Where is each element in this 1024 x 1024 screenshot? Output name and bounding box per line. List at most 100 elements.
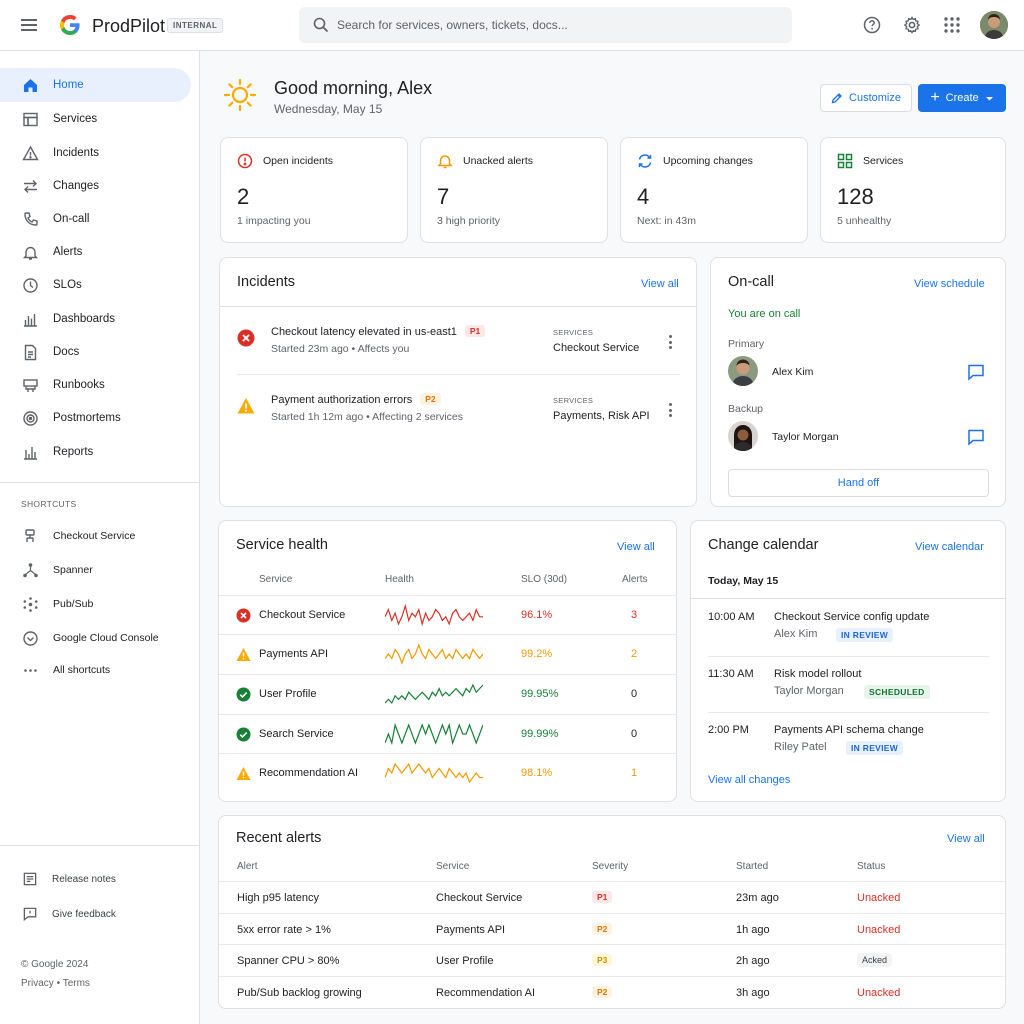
change-item[interactable]: 10:00 AM Checkout Service config update …	[708, 611, 989, 667]
shortcut-label: Spanner	[53, 564, 93, 576]
shortcut-google-cloud-console[interactable]: Google Cloud Console	[0, 621, 191, 655]
view-schedule-link[interactable]: View schedule	[914, 278, 985, 290]
stat-card-upcoming-changes[interactable]: Upcoming changes 4 Next: in 43m	[620, 137, 808, 243]
sidebar-item-docs[interactable]: Docs	[0, 335, 191, 369]
service-health-row[interactable]: Search Service 99.99% 0	[219, 714, 677, 753]
alert-service: Checkout Service	[436, 892, 523, 904]
sidebar-item-services[interactable]: Services	[0, 102, 191, 136]
incidents-view-all-link[interactable]: View all	[641, 278, 679, 290]
hand-off-button[interactable]: Hand off	[728, 469, 989, 497]
spanner-icon	[21, 561, 39, 579]
swap-arrows-icon	[21, 177, 39, 195]
sidebar-item-slos[interactable]: SLOs	[0, 268, 191, 302]
alert-row[interactable]: Pub/Sub backlog growing Recommendation AI…	[219, 976, 1007, 1008]
sidebar-item-label: Dashboards	[53, 313, 116, 325]
shortcut-pubsub[interactable]: Pub/Sub	[0, 587, 191, 621]
help-icon[interactable]	[862, 15, 882, 35]
chat-icon[interactable]	[967, 428, 985, 446]
privacy-link[interactable]: Privacy	[21, 978, 54, 989]
stat-card-unacked-alerts[interactable]: Unacked alerts 7 3 high priority	[420, 137, 608, 243]
recent-alerts-view-all-link[interactable]: View all	[947, 833, 985, 845]
divider	[708, 656, 989, 657]
more-horiz-icon	[21, 661, 39, 679]
sidebar-item-label: Services	[53, 113, 98, 125]
apps-grid-icon[interactable]	[942, 15, 962, 35]
change-item[interactable]: 2:00 PM Payments API schema change Riley…	[708, 724, 989, 780]
sidebar-item-alerts[interactable]: Alerts	[0, 235, 191, 269]
alert-row[interactable]: 5xx error rate > 1% Payments API P2 1h ago U…	[219, 913, 1007, 945]
status-badge: IN REVIEW	[836, 628, 894, 642]
greeting: Good morning, Alex	[274, 78, 433, 98]
chat-icon[interactable]	[967, 363, 985, 381]
app-name[interactable]: ProdPilot	[92, 16, 165, 37]
incident-row[interactable]: Payment authorization errors P2 Started 1…	[237, 374, 680, 442]
service-health-row[interactable]: Payments API 99.2% 2	[219, 634, 677, 673]
home-icon	[21, 76, 39, 94]
settings-gear-icon[interactable]	[902, 15, 922, 35]
stat-title: Unacked alerts	[463, 155, 534, 167]
user-avatar[interactable]	[980, 11, 1008, 39]
alert-row[interactable]: Spanner CPU > 80% User Profile P3 2h ago Ack…	[219, 944, 1007, 976]
shortcut-all-shortcuts[interactable]: All shortcuts	[0, 653, 191, 687]
severity-badge: P1	[592, 891, 613, 903]
shortcut-checkout-service[interactable]: Checkout Service	[0, 519, 191, 553]
sparkline-series	[385, 723, 483, 745]
release-notes-link[interactable]: Release notes	[0, 862, 191, 896]
severity-badge: P3	[592, 954, 613, 966]
column-header: Health	[385, 574, 414, 585]
terms-link[interactable]: Terms	[63, 978, 90, 989]
service-health-row[interactable]: User Profile 99.95% 0	[219, 674, 677, 713]
sidebar-item-home[interactable]: Home	[0, 68, 191, 102]
sidebar-item-incidents[interactable]: Incidents	[0, 136, 191, 170]
service-health-view-all-link[interactable]: View all	[617, 541, 655, 553]
service-name: Recommendation AI	[259, 767, 359, 779]
search-bar[interactable]	[299, 7, 792, 43]
sidebar-item-label: Home	[53, 79, 84, 91]
copyright: © Google 2024	[21, 959, 89, 970]
view-all-changes-link[interactable]: View all changes	[708, 774, 790, 786]
change-item[interactable]: 11:30 AM Risk model rollout Taylor Morga…	[708, 668, 989, 724]
priority-badge: P1	[464, 325, 486, 337]
change-title: Risk model rollout	[774, 668, 862, 680]
warning-triangle-icon	[236, 767, 251, 780]
stat-card-open-incidents[interactable]: Open incidents 2 1 impacting you	[220, 137, 408, 243]
change-calendar-title: Change calendar	[708, 537, 819, 553]
stat-subtext: 5 unhealthy	[837, 215, 892, 227]
avatar	[728, 421, 758, 451]
service-health-row[interactable]: Recommendation AI 98.1% 1	[219, 753, 677, 792]
change-owner: Riley Patel	[774, 741, 827, 753]
recent-alerts-title: Recent alerts	[236, 830, 322, 846]
alert-name: Pub/Sub backlog growing	[237, 987, 362, 999]
shortcut-spanner[interactable]: Spanner	[0, 553, 191, 587]
target-icon	[21, 409, 39, 427]
sidebar-item-oncall[interactable]: On-call	[0, 202, 191, 236]
error-circle-icon	[236, 608, 251, 623]
service-health-row[interactable]: Checkout Service 96.1% 3	[219, 595, 677, 634]
plus-icon: +	[930, 89, 940, 106]
sparkline-series	[385, 604, 483, 626]
give-feedback-link[interactable]: Give feedback	[0, 897, 191, 931]
sidebar-item-reports[interactable]: Reports	[0, 435, 191, 469]
create-button[interactable]: + Create	[918, 84, 1006, 112]
search-input[interactable]	[337, 7, 777, 43]
customize-button[interactable]: Customize	[820, 84, 912, 112]
incident-row[interactable]: Checkout latency elevated in us-east1 P1 …	[237, 306, 680, 374]
services-icon	[21, 110, 39, 128]
sidebar-item-runbooks[interactable]: Runbooks	[0, 368, 191, 402]
top-bar: ProdPilot INTERNAL	[0, 0, 1024, 51]
sidebar-item-changes[interactable]: Changes	[0, 169, 191, 203]
menu-icon[interactable]	[19, 15, 39, 35]
incident-title-text: Checkout latency elevated in us-east1	[271, 326, 457, 338]
view-calendar-link[interactable]: View calendar	[915, 541, 984, 553]
check-circle-icon	[236, 727, 251, 742]
alert-row[interactable]: High p95 latency Checkout Service P1 23m ag…	[219, 881, 1007, 913]
alert-count: 0	[630, 728, 638, 740]
sidebar-item-postmortems[interactable]: Postmortems	[0, 401, 191, 435]
incident-title: Checkout latency elevated in us-east1 P1	[271, 325, 486, 338]
more-vert-icon[interactable]	[669, 403, 673, 417]
sidebar-item-dashboards[interactable]: Dashboards	[0, 302, 191, 336]
more-vert-icon[interactable]	[669, 335, 673, 349]
stat-card-services[interactable]: Services 128 5 unhealthy	[820, 137, 1006, 243]
stat-subtext: 1 impacting you	[237, 215, 311, 227]
document-icon	[21, 343, 39, 361]
